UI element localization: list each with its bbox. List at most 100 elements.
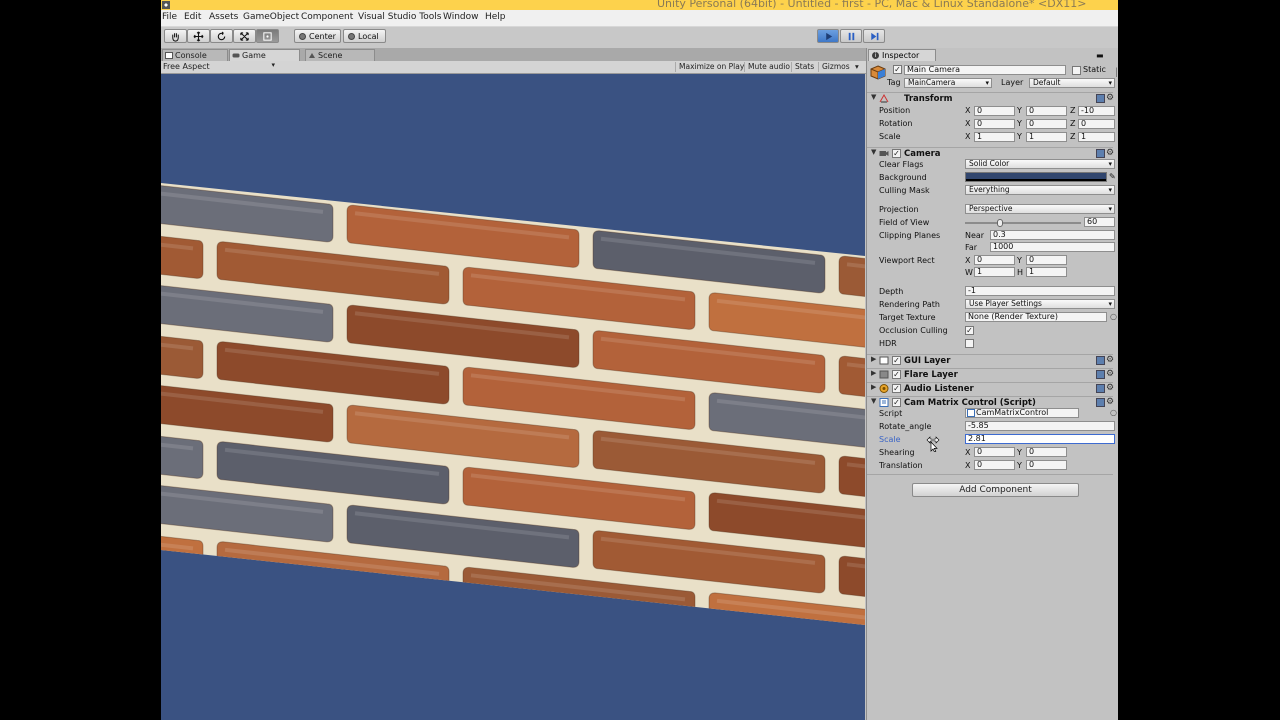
- target-texture-field[interactable]: None (Render Texture): [965, 312, 1107, 322]
- transform-header[interactable]: ▼ Transform ⚙: [867, 92, 1114, 105]
- flare-layer-checkbox[interactable]: ✓: [892, 370, 901, 379]
- object-picker-icon[interactable]: ○: [1110, 312, 1117, 321]
- position-x-field[interactable]: 0: [974, 106, 1015, 116]
- eyedropper-icon[interactable]: ✎: [1109, 172, 1116, 181]
- viewport-y-field[interactable]: 0: [1026, 255, 1067, 265]
- position-z-field[interactable]: -10: [1078, 106, 1115, 116]
- help-book-icon[interactable]: [1096, 384, 1105, 393]
- rendering-path-dropdown[interactable]: Use Player Settings: [965, 299, 1115, 309]
- help-book-icon[interactable]: [1096, 149, 1105, 158]
- flare-layer-header[interactable]: ▶ ✓ Flare Layer ⚙: [867, 368, 1114, 381]
- stats-toggle[interactable]: Stats: [791, 62, 817, 72]
- tab-inspector[interactable]: i Inspector: [868, 49, 936, 61]
- scrollbar-indicator[interactable]: │: [1114, 68, 1118, 77]
- panel-menu-icon[interactable]: ▬: [1096, 51, 1104, 60]
- shearing-y-field[interactable]: 0: [1026, 447, 1067, 457]
- tab-game[interactable]: Game: [229, 49, 300, 61]
- rect-tool-button[interactable]: [256, 29, 279, 43]
- gizmos-chevron-icon[interactable]: ▾: [852, 62, 862, 72]
- help-book-icon[interactable]: [1096, 94, 1105, 103]
- far-clip-field[interactable]: 1000: [990, 242, 1115, 252]
- scale-y-field[interactable]: 1: [1026, 132, 1067, 142]
- move-tool-button[interactable]: [187, 29, 210, 43]
- hdr-checkbox[interactable]: [965, 339, 974, 348]
- menu-window[interactable]: Window: [443, 12, 479, 22]
- gui-layer-checkbox[interactable]: ✓: [892, 356, 901, 365]
- rotation-z-field[interactable]: 0: [1078, 119, 1115, 129]
- unity-app-icon[interactable]: [161, 0, 171, 10]
- camera-enabled-checkbox[interactable]: ✓: [892, 149, 901, 158]
- gear-icon[interactable]: ⚙: [1106, 369, 1114, 379]
- fov-slider-track[interactable]: [965, 222, 1081, 224]
- static-checkbox[interactable]: [1072, 66, 1081, 75]
- audio-listener-header[interactable]: ▶ ✓ Audio Listener ⚙: [867, 382, 1114, 395]
- shearing-x-field[interactable]: 0: [974, 447, 1015, 457]
- object-active-checkbox[interactable]: ✓: [893, 65, 902, 74]
- script-scale-label[interactable]: Scale: [879, 435, 901, 444]
- mute-audio-toggle[interactable]: Mute audio: [744, 62, 793, 72]
- maximize-on-play-toggle[interactable]: Maximize on Play: [675, 62, 747, 72]
- gizmos-dropdown[interactable]: Gizmos: [818, 62, 853, 72]
- translation-y-field[interactable]: 0: [1026, 460, 1067, 470]
- fov-slider-thumb[interactable]: [996, 219, 1003, 227]
- fold-arrow-icon[interactable]: ▼: [871, 397, 876, 405]
- tab-scene[interactable]: Scene: [305, 49, 375, 61]
- menu-assets[interactable]: Assets: [209, 12, 238, 22]
- object-name-field[interactable]: Main Camera: [904, 65, 1066, 75]
- rotation-x-field[interactable]: 0: [974, 119, 1015, 129]
- aspect-dropdown[interactable]: Free Aspect ▾: [163, 61, 275, 72]
- menu-help[interactable]: Help: [485, 12, 506, 22]
- gui-layer-header[interactable]: ▶ ✓ GUI Layer ⚙: [867, 354, 1114, 367]
- help-book-icon[interactable]: [1096, 370, 1105, 379]
- help-book-icon[interactable]: [1096, 398, 1105, 407]
- object-picker-icon[interactable]: ○: [1110, 408, 1117, 417]
- add-component-button[interactable]: Add Component: [912, 483, 1079, 497]
- fold-arrow-icon[interactable]: ▼: [871, 148, 876, 156]
- pivot-center-toggle[interactable]: Center: [294, 29, 341, 43]
- fold-arrow-icon[interactable]: ▶: [871, 383, 876, 391]
- menu-file[interactable]: File: [162, 12, 177, 22]
- script-scale-field[interactable]: 2.81: [965, 434, 1115, 444]
- pivot-local-toggle[interactable]: Local: [343, 29, 386, 43]
- viewport-w-field[interactable]: 1: [974, 267, 1015, 277]
- tab-console[interactable]: Console: [162, 49, 228, 61]
- clear-flags-dropdown[interactable]: Solid Color: [965, 159, 1115, 169]
- gear-icon[interactable]: ⚙: [1106, 148, 1114, 158]
- gear-icon[interactable]: ⚙: [1106, 93, 1114, 103]
- layer-dropdown[interactable]: Default: [1029, 78, 1115, 88]
- tag-dropdown[interactable]: MainCamera: [904, 78, 992, 88]
- occlusion-culling-checkbox[interactable]: ✓: [965, 326, 974, 335]
- menu-component[interactable]: Component: [301, 12, 353, 22]
- rotation-y-field[interactable]: 0: [1026, 119, 1067, 129]
- gear-icon[interactable]: ⚙: [1106, 397, 1114, 407]
- menu-edit[interactable]: Edit: [184, 12, 201, 22]
- viewport-x-field[interactable]: 0: [974, 255, 1015, 265]
- help-book-icon[interactable]: [1096, 356, 1105, 365]
- fold-arrow-icon[interactable]: ▼: [871, 93, 876, 101]
- audio-listener-checkbox[interactable]: ✓: [892, 384, 901, 393]
- scale-x-field[interactable]: 1: [974, 132, 1015, 142]
- script-enabled-checkbox[interactable]: ✓: [892, 398, 901, 407]
- fold-arrow-icon[interactable]: ▶: [871, 355, 876, 363]
- gear-icon[interactable]: ⚙: [1106, 383, 1114, 393]
- culling-mask-dropdown[interactable]: Everything: [965, 185, 1115, 195]
- translation-x-field[interactable]: 0: [974, 460, 1015, 470]
- menu-gameobject[interactable]: GameObject: [243, 12, 299, 22]
- pause-button[interactable]: [840, 29, 862, 43]
- background-color-field[interactable]: [965, 172, 1107, 182]
- projection-dropdown[interactable]: Perspective: [965, 204, 1115, 214]
- fov-field[interactable]: 60: [1084, 217, 1115, 227]
- hand-tool-button[interactable]: [164, 29, 187, 43]
- rotate-tool-button[interactable]: [210, 29, 233, 43]
- gear-icon[interactable]: ⚙: [1106, 355, 1114, 365]
- scale-z-field[interactable]: 1: [1078, 132, 1115, 142]
- viewport-h-field[interactable]: 1: [1026, 267, 1067, 277]
- near-clip-field[interactable]: 0.3: [990, 230, 1115, 240]
- rotate-angle-field[interactable]: -5.85: [965, 421, 1115, 431]
- position-y-field[interactable]: 0: [1026, 106, 1067, 116]
- scale-tool-button[interactable]: [233, 29, 256, 43]
- play-button[interactable]: [817, 29, 839, 43]
- script-field[interactable]: CamMatrixControl: [965, 408, 1079, 418]
- fold-arrow-icon[interactable]: ▶: [871, 369, 876, 377]
- game-view-viewport[interactable]: [161, 74, 865, 720]
